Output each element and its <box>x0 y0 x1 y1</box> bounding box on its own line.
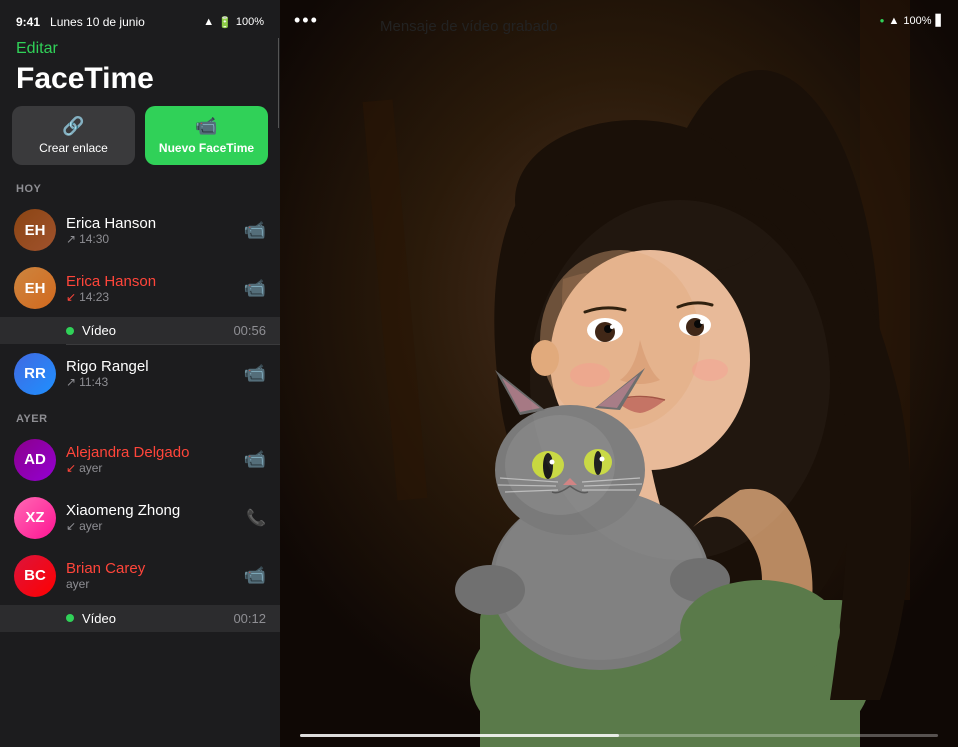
call-action: 📹 <box>244 449 266 470</box>
status-date: Lunes 10 de junio <box>50 15 145 29</box>
app-title: FaceTime <box>0 60 280 106</box>
photo-background: ••• ● ▲ 100% ▋ <box>280 0 958 747</box>
avatar: BC <box>14 555 56 597</box>
avatar: XZ <box>14 497 56 539</box>
status-icons: ▲ 🔋 100% <box>203 16 264 29</box>
call-meta: ↗ 11:43 <box>66 375 234 389</box>
video-call-icon: 📹 <box>244 565 266 585</box>
battery-icon: 🔋 <box>218 16 232 29</box>
video-msg-duration: 00:12 <box>233 611 266 626</box>
call-info: Alejandra Delgado ↙ ayer <box>66 444 234 475</box>
call-action: 📹 <box>244 363 266 384</box>
call-info: Erica Hanson ↗ 14:30 <box>66 215 234 246</box>
section-header-today: HOY <box>0 179 280 201</box>
right-battery-icon: ▋ <box>936 14 944 27</box>
video-dot-indicator <box>66 614 74 622</box>
caller-name: Erica Hanson <box>66 215 234 232</box>
call-action: 📞 <box>246 508 266 528</box>
caller-name: Rigo Rangel <box>66 358 234 375</box>
call-meta: ↙ ayer <box>66 461 234 475</box>
avatar: AD <box>14 439 56 481</box>
device-wrapper: Mensaje de vídeo grabado 9:41 Lunes 10 d… <box>0 0 958 747</box>
call-arrow-icon: ↗ <box>66 375 76 389</box>
call-info: Rigo Rangel ↗ 11:43 <box>66 358 234 389</box>
video-call-icon: 📹 <box>244 363 266 383</box>
call-arrow-icon: ↙ <box>66 290 76 304</box>
list-item[interactable]: EH Erica Hanson ↙ 14:23 📹 <box>0 259 280 317</box>
create-link-label: Crear enlace <box>39 141 108 155</box>
edit-button[interactable]: Editar <box>0 36 280 60</box>
wifi-icon: ▲ <box>203 16 214 28</box>
call-arrow-icon: ↙ <box>66 461 76 475</box>
status-time: 9:41 <box>16 15 40 29</box>
call-time: ayer <box>66 577 89 591</box>
caller-name: Brian Carey <box>66 560 234 577</box>
list-item[interactable]: RR Rigo Rangel ↗ 11:43 📹 <box>0 345 280 403</box>
green-dot-icon: ● <box>880 16 885 25</box>
create-link-button[interactable]: 🔗 Crear enlace <box>12 106 135 165</box>
video-msg-label: Vídeo <box>82 611 225 626</box>
video-call-icon: 📹 <box>244 449 266 469</box>
annotation-line <box>278 38 279 128</box>
video-call-icon: 📹 <box>244 278 266 298</box>
right-status: ● ▲ 100% ▋ <box>880 14 944 27</box>
call-meta: ↙ ayer <box>66 519 236 533</box>
section-header-yesterday: AYER <box>0 409 280 431</box>
sidebar: 9:41 Lunes 10 de junio ▲ 🔋 100% Editar F… <box>0 0 280 747</box>
new-facetime-label: Nuevo FaceTime <box>159 141 254 155</box>
video-msg-duration: 00:56 <box>233 323 266 338</box>
more-options-icon[interactable]: ••• <box>294 10 319 31</box>
avatar: RR <box>14 353 56 395</box>
call-time: 11:43 <box>79 375 108 389</box>
avatar: EH <box>14 267 56 309</box>
call-meta: ↙ 14:23 <box>66 290 234 304</box>
caller-name: Alejandra Delgado <box>66 444 234 461</box>
scene-illustration <box>280 0 958 747</box>
call-list: HOY EH Erica Hanson ↗ 14:30 📹 <box>0 179 280 747</box>
action-buttons: 🔗 Crear enlace 📹 Nuevo FaceTime <box>0 106 280 179</box>
battery-pct: 100% <box>236 16 264 28</box>
call-time: ayer <box>79 461 102 475</box>
status-bar: 9:41 Lunes 10 de junio ▲ 🔋 100% <box>0 0 280 36</box>
call-arrow-icon: ↗ <box>66 232 76 246</box>
avatar: EH <box>14 209 56 251</box>
annotation-text: Mensaje de vídeo grabado <box>380 18 558 35</box>
wifi-signal-icon: ▲ <box>889 15 900 27</box>
call-meta: ↗ 14:30 <box>66 232 234 246</box>
video-message-row[interactable]: Vídeo 00:56 <box>0 317 280 344</box>
video-camera-icon: 📹 <box>195 116 217 137</box>
call-info: Brian Carey ayer <box>66 560 234 591</box>
right-battery-text: 100% <box>903 15 931 27</box>
list-item[interactable]: XZ Xiaomeng Zhong ↙ ayer 📞 <box>0 489 280 547</box>
call-info: Xiaomeng Zhong ↙ ayer <box>66 502 236 533</box>
link-icon: 🔗 <box>62 116 84 137</box>
scrubber-progress <box>300 734 619 737</box>
caller-name: Erica Hanson <box>66 273 234 290</box>
video-call-icon: 📹 <box>244 220 266 240</box>
call-info: Erica Hanson ↙ 14:23 <box>66 273 234 304</box>
list-item[interactable]: EH Erica Hanson ↗ 14:30 📹 <box>0 201 280 259</box>
video-dot-indicator <box>66 327 74 335</box>
main-content: ••• ● ▲ 100% ▋ <box>280 0 958 747</box>
call-time: 14:30 <box>79 232 109 246</box>
call-action: 📹 <box>244 278 266 299</box>
call-arrow-icon: ↙ <box>66 519 76 533</box>
call-time: 14:23 <box>79 290 109 304</box>
call-action: 📹 <box>244 565 266 586</box>
phone-call-icon: 📞 <box>246 510 266 527</box>
call-time: ayer <box>79 519 102 533</box>
video-msg-label: Vídeo <box>82 323 225 338</box>
caller-name: Xiaomeng Zhong <box>66 502 236 519</box>
list-item[interactable]: BC Brian Carey ayer 📹 <box>0 547 280 605</box>
video-scrubber[interactable] <box>300 734 938 737</box>
list-item[interactable]: AD Alejandra Delgado ↙ ayer 📹 <box>0 431 280 489</box>
new-facetime-button[interactable]: 📹 Nuevo FaceTime <box>145 106 268 165</box>
video-message-row[interactable]: Vídeo 00:12 <box>0 605 280 632</box>
call-action: 📹 <box>244 220 266 241</box>
call-meta: ayer <box>66 577 234 591</box>
